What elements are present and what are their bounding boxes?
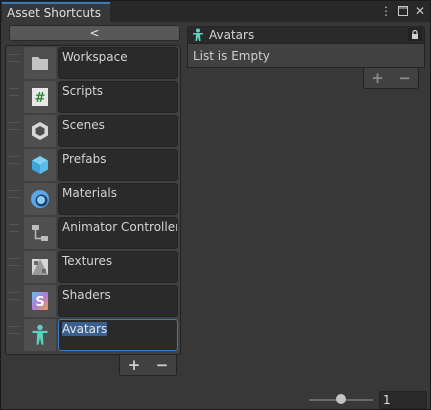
shortcut-name-text: Avatars xyxy=(62,322,108,336)
drag-handle[interactable] xyxy=(9,88,19,96)
shortcut-name-text: Textures xyxy=(62,254,113,268)
shortcut-name-field[interactable]: Scripts xyxy=(58,81,178,113)
shortcut-name-field[interactable]: Materials xyxy=(58,183,178,215)
shortcut-name-text: Shaders xyxy=(62,288,111,302)
list-item[interactable]: Workspace xyxy=(6,46,180,80)
shortcut-name-text: Animator Controllers xyxy=(62,220,178,234)
tab-bar: Asset Shortcuts ⋮ ✕ xyxy=(1,1,430,22)
drag-handle[interactable] xyxy=(9,258,19,266)
animator-icon[interactable] xyxy=(24,217,56,249)
shortcut-name-field[interactable]: Scenes xyxy=(58,115,178,147)
svg-text:S: S xyxy=(35,295,44,310)
script-icon[interactable]: # xyxy=(24,81,56,113)
detail-list-footer: + − xyxy=(363,68,419,89)
maximize-icon[interactable] xyxy=(397,3,409,19)
svg-text:#: # xyxy=(35,91,46,106)
list-item[interactable]: Avatars xyxy=(6,318,180,352)
shortcut-list-panel: < Workspace # Scripts Scenes Prefabs Material… xyxy=(5,24,181,376)
asset-shortcuts-window: Asset Shortcuts ⋮ ✕ < Workspace # Scripts S… xyxy=(0,0,431,410)
list-item[interactable]: Animator Controllers xyxy=(6,216,180,250)
detail-header: Avatars xyxy=(187,26,425,44)
list-item[interactable]: Prefabs xyxy=(6,148,180,182)
shortcut-name-field[interactable]: Animator Controllers xyxy=(58,217,178,249)
list-item[interactable]: Scenes xyxy=(6,114,180,148)
shortcut-name-field[interactable]: Avatars xyxy=(58,319,178,351)
shortcut-name-text: Scenes xyxy=(62,118,105,132)
drag-handle[interactable] xyxy=(9,224,19,232)
drag-handle[interactable] xyxy=(9,122,19,130)
list-item[interactable]: Textures xyxy=(6,250,180,284)
texture-icon[interactable] xyxy=(24,251,56,283)
shortcut-name-field[interactable]: Workspace xyxy=(58,47,178,79)
empty-list-message: List is Empty xyxy=(187,44,425,68)
material-icon[interactable] xyxy=(24,183,56,215)
drag-handle[interactable] xyxy=(9,190,19,198)
shortcut-list: Workspace # Scripts Scenes Prefabs Materials A… xyxy=(5,45,181,355)
shortcut-name-text: Prefabs xyxy=(62,152,107,166)
avatar-icon[interactable] xyxy=(24,319,56,351)
shortcut-name-text: Scripts xyxy=(62,84,104,98)
folder-icon[interactable] xyxy=(24,47,56,79)
remove-button[interactable]: − xyxy=(156,356,169,374)
add-button[interactable]: + xyxy=(128,356,141,374)
avatar-icon xyxy=(193,28,203,41)
zoom-value-field[interactable]: 1 xyxy=(379,391,427,409)
detail-title: Avatars xyxy=(209,28,255,42)
shortcut-name-text: Materials xyxy=(62,186,118,200)
drag-handle[interactable] xyxy=(9,326,19,334)
zoom-slider-handle[interactable] xyxy=(336,394,346,404)
detail-panel: Avatars List is Empty + − xyxy=(187,26,425,89)
detail-remove-button[interactable]: − xyxy=(398,69,411,87)
collapse-button[interactable]: < xyxy=(9,25,180,41)
list-footer: + − xyxy=(119,355,177,376)
list-item[interactable]: Materials xyxy=(6,182,180,216)
lock-icon[interactable] xyxy=(408,28,422,41)
list-item[interactable]: S Shaders xyxy=(6,284,180,318)
more-icon[interactable]: ⋮ xyxy=(380,3,392,19)
tab-asset-shortcuts[interactable]: Asset Shortcuts xyxy=(2,2,110,22)
list-item[interactable]: # Scripts xyxy=(6,80,180,114)
shader-icon[interactable]: S xyxy=(24,285,56,317)
window-controls: ⋮ ✕ xyxy=(380,3,426,19)
scene-icon[interactable] xyxy=(24,115,56,147)
drag-handle[interactable] xyxy=(9,156,19,164)
drag-handle[interactable] xyxy=(9,292,19,300)
shortcut-name-field[interactable]: Textures xyxy=(58,251,178,283)
drag-handle[interactable] xyxy=(9,54,19,62)
shortcut-name-field[interactable]: Shaders xyxy=(58,285,178,317)
shortcut-name-text: Workspace xyxy=(62,50,128,64)
prefab-icon[interactable] xyxy=(24,149,56,181)
shortcut-name-field[interactable]: Prefabs xyxy=(58,149,178,181)
close-icon[interactable]: ✕ xyxy=(414,3,426,19)
detail-add-button[interactable]: + xyxy=(371,69,384,87)
